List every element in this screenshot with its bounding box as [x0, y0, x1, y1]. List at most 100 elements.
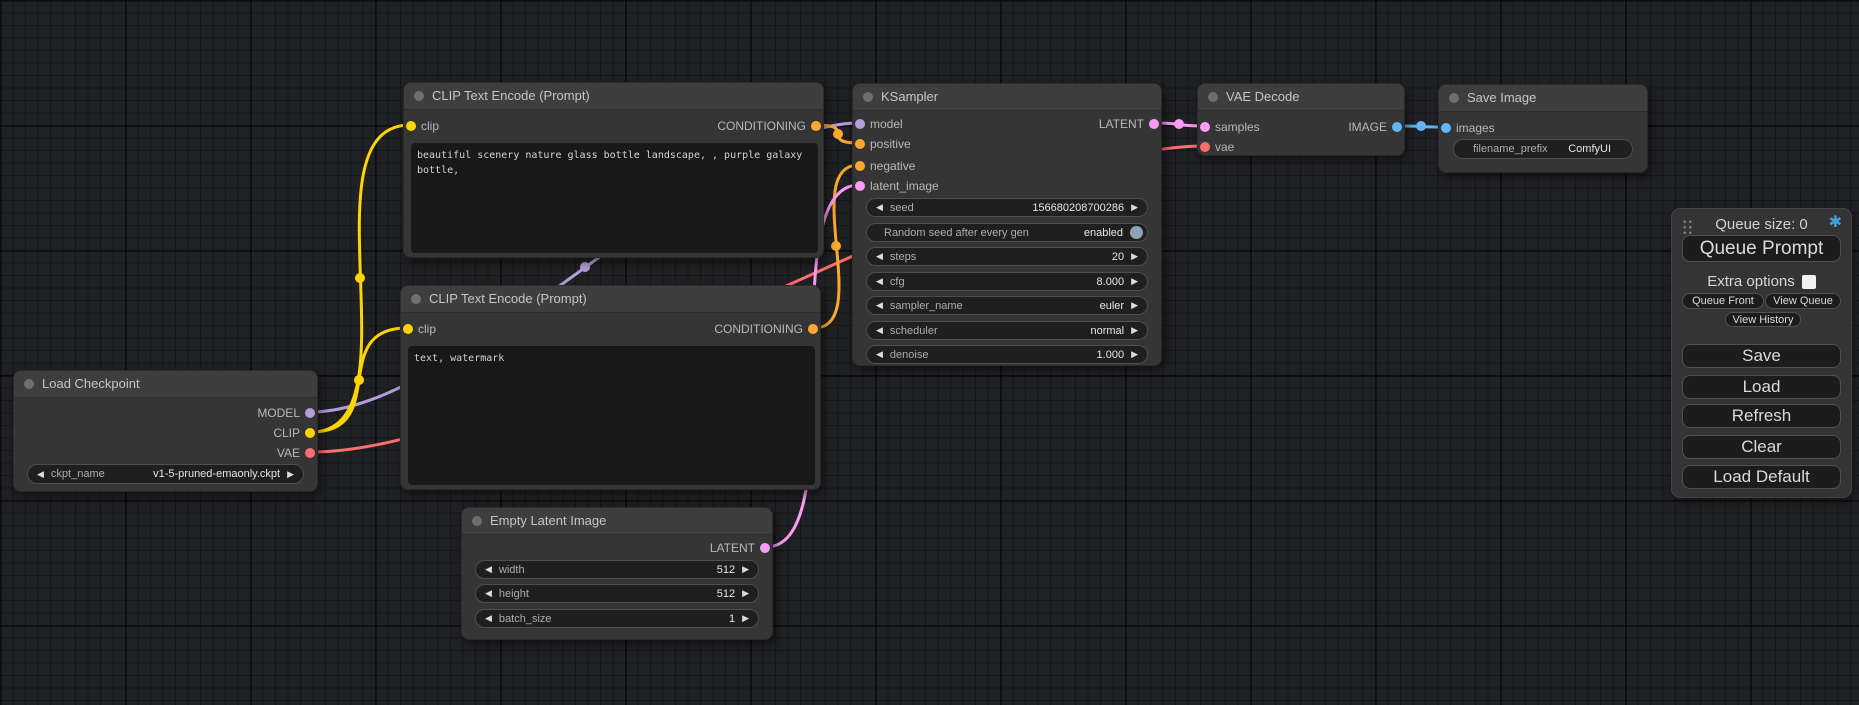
- widget-label: height: [499, 588, 529, 600]
- seed-widget[interactable]: ◀ seed 156680208700286 ▶: [866, 198, 1148, 217]
- node-save-image[interactable]: Save Image images filename_prefix ComfyU…: [1438, 84, 1648, 173]
- node-clip-text-encode-negative[interactable]: CLIP Text Encode (Prompt) clip CONDITION…: [400, 285, 821, 490]
- load-button[interactable]: Load: [1682, 375, 1841, 399]
- conditioning-output-port[interactable]: [808, 324, 818, 334]
- output-label: CLIP: [273, 425, 300, 441]
- images-input-port[interactable]: [1441, 123, 1451, 133]
- increment-arrow-icon[interactable]: ▶: [287, 470, 294, 479]
- collapse-dot-icon[interactable]: [1449, 93, 1459, 103]
- clear-button[interactable]: Clear: [1682, 435, 1841, 459]
- ckpt-name-widget[interactable]: ◀ ckpt_name v1-5-pruned-emaonly.ckpt ▶: [27, 464, 304, 484]
- node-title-bar[interactable]: CLIP Text Encode (Prompt): [404, 83, 823, 110]
- queue-front-button[interactable]: Queue Front: [1682, 293, 1764, 309]
- decrement-arrow-icon[interactable]: ◀: [876, 350, 883, 359]
- decrement-arrow-icon[interactable]: ◀: [485, 614, 492, 623]
- node-title-bar[interactable]: Empty Latent Image: [462, 508, 772, 535]
- decrement-arrow-icon[interactable]: ◀: [485, 565, 492, 574]
- negative-input-port[interactable]: [855, 161, 865, 171]
- cfg-widget[interactable]: ◀ cfg 8.000 ▶: [866, 272, 1148, 291]
- image-output-port[interactable]: [1392, 122, 1402, 132]
- widget-label: batch_size: [499, 613, 552, 625]
- collapse-dot-icon[interactable]: [1208, 92, 1218, 102]
- denoise-widget[interactable]: ◀ denoise 1.000 ▶: [866, 345, 1148, 364]
- decrement-arrow-icon[interactable]: ◀: [876, 252, 883, 261]
- gear-icon[interactable]: ✱: [1829, 215, 1842, 231]
- view-history-button[interactable]: View History: [1725, 312, 1801, 327]
- positive-prompt-textarea[interactable]: beautiful scenery nature glass bottle la…: [411, 143, 818, 253]
- load-default-button[interactable]: Load Default: [1682, 465, 1841, 489]
- widget-value: 512: [717, 588, 735, 600]
- view-queue-button[interactable]: View Queue: [1765, 293, 1841, 309]
- steps-widget[interactable]: ◀ steps 20 ▶: [866, 247, 1148, 266]
- increment-arrow-icon[interactable]: ▶: [1131, 350, 1138, 359]
- latent-image-input-port[interactable]: [855, 181, 865, 191]
- node-empty-latent-image[interactable]: Empty Latent Image LATENT ◀ width 512 ▶ …: [461, 507, 773, 640]
- negative-prompt-textarea[interactable]: text, watermark: [408, 346, 815, 485]
- collapse-dot-icon[interactable]: [414, 91, 424, 101]
- positive-input-port[interactable]: [855, 139, 865, 149]
- increment-arrow-icon[interactable]: ▶: [1131, 277, 1138, 286]
- node-clip-text-encode-positive[interactable]: CLIP Text Encode (Prompt) clip CONDITION…: [403, 82, 824, 258]
- link-dot: [354, 375, 364, 385]
- queue-panel: Queue size: 0 ✱ Queue Prompt Extra optio…: [1671, 208, 1852, 498]
- scheduler-widget[interactable]: ◀ scheduler normal ▶: [866, 321, 1148, 340]
- random-seed-widget[interactable]: Random seed after every gen enabled: [866, 223, 1148, 242]
- extra-options-checkbox[interactable]: [1802, 275, 1816, 289]
- decrement-arrow-icon[interactable]: ◀: [485, 589, 492, 598]
- queue-prompt-button[interactable]: Queue Prompt: [1682, 235, 1841, 262]
- decrement-arrow-icon[interactable]: ◀: [37, 470, 44, 479]
- node-vae-decode[interactable]: VAE Decode samples IMAGE vae: [1197, 83, 1405, 156]
- output-label: CONDITIONING: [714, 321, 803, 337]
- node-load-checkpoint[interactable]: Load Checkpoint MODEL CLIP VAE ◀ ckpt_na…: [13, 370, 318, 492]
- widget-label: scheduler: [890, 325, 938, 337]
- increment-arrow-icon[interactable]: ▶: [742, 614, 749, 623]
- node-title: CLIP Text Encode (Prompt): [429, 286, 587, 312]
- height-widget[interactable]: ◀ height 512 ▶: [475, 584, 759, 603]
- collapse-dot-icon[interactable]: [472, 516, 482, 526]
- node-title-bar[interactable]: KSampler: [853, 84, 1161, 111]
- output-label: LATENT: [1099, 116, 1144, 132]
- increment-arrow-icon[interactable]: ▶: [1131, 203, 1138, 212]
- sampler-name-widget[interactable]: ◀ sampler_name euler ▶: [866, 296, 1148, 315]
- latent-output-port[interactable]: [760, 543, 770, 553]
- conditioning-output-port[interactable]: [811, 121, 821, 131]
- clip-output-port[interactable]: [305, 428, 315, 438]
- link-dot: [1416, 121, 1426, 131]
- save-button[interactable]: Save: [1682, 344, 1841, 368]
- latent-output-port[interactable]: [1149, 119, 1159, 129]
- widget-label: cfg: [890, 276, 905, 288]
- increment-arrow-icon[interactable]: ▶: [742, 589, 749, 598]
- filename-prefix-widget[interactable]: filename_prefix ComfyUI: [1453, 139, 1633, 159]
- collapse-dot-icon[interactable]: [411, 294, 421, 304]
- toggle-circle-icon[interactable]: [1130, 226, 1143, 239]
- node-title-bar[interactable]: VAE Decode: [1198, 84, 1404, 111]
- widget-label: Random seed after every gen: [884, 227, 1029, 239]
- model-output-port[interactable]: [305, 408, 315, 418]
- node-title-bar[interactable]: Save Image: [1439, 85, 1647, 112]
- decrement-arrow-icon[interactable]: ◀: [876, 301, 883, 310]
- node-ksampler[interactable]: KSampler model LATENT positive negative …: [852, 83, 1162, 366]
- vae-output-port[interactable]: [305, 448, 315, 458]
- increment-arrow-icon[interactable]: ▶: [1131, 301, 1138, 310]
- graph-canvas[interactable]: Load Checkpoint MODEL CLIP VAE ◀ ckpt_na…: [0, 0, 1859, 705]
- vae-input-port[interactable]: [1200, 142, 1210, 152]
- increment-arrow-icon[interactable]: ▶: [1131, 252, 1138, 261]
- link-dot: [831, 241, 841, 251]
- input-label: positive: [870, 136, 911, 152]
- decrement-arrow-icon[interactable]: ◀: [876, 277, 883, 286]
- node-title-bar[interactable]: Load Checkpoint: [14, 371, 317, 398]
- decrement-arrow-icon[interactable]: ◀: [876, 203, 883, 212]
- refresh-button[interactable]: Refresh: [1682, 404, 1841, 428]
- node-title-bar[interactable]: CLIP Text Encode (Prompt): [401, 286, 820, 313]
- queue-size-label: Queue size: 0: [1672, 216, 1851, 233]
- widget-label: ckpt_name: [51, 468, 105, 480]
- collapse-dot-icon[interactable]: [24, 379, 34, 389]
- decrement-arrow-icon[interactable]: ◀: [876, 326, 883, 335]
- widget-value: 1.000: [1097, 349, 1125, 361]
- increment-arrow-icon[interactable]: ▶: [1131, 326, 1138, 335]
- collapse-dot-icon[interactable]: [863, 92, 873, 102]
- widget-label: sampler_name: [890, 300, 963, 312]
- width-widget[interactable]: ◀ width 512 ▶: [475, 560, 759, 579]
- batch-size-widget[interactable]: ◀ batch_size 1 ▶: [475, 609, 759, 628]
- increment-arrow-icon[interactable]: ▶: [742, 565, 749, 574]
